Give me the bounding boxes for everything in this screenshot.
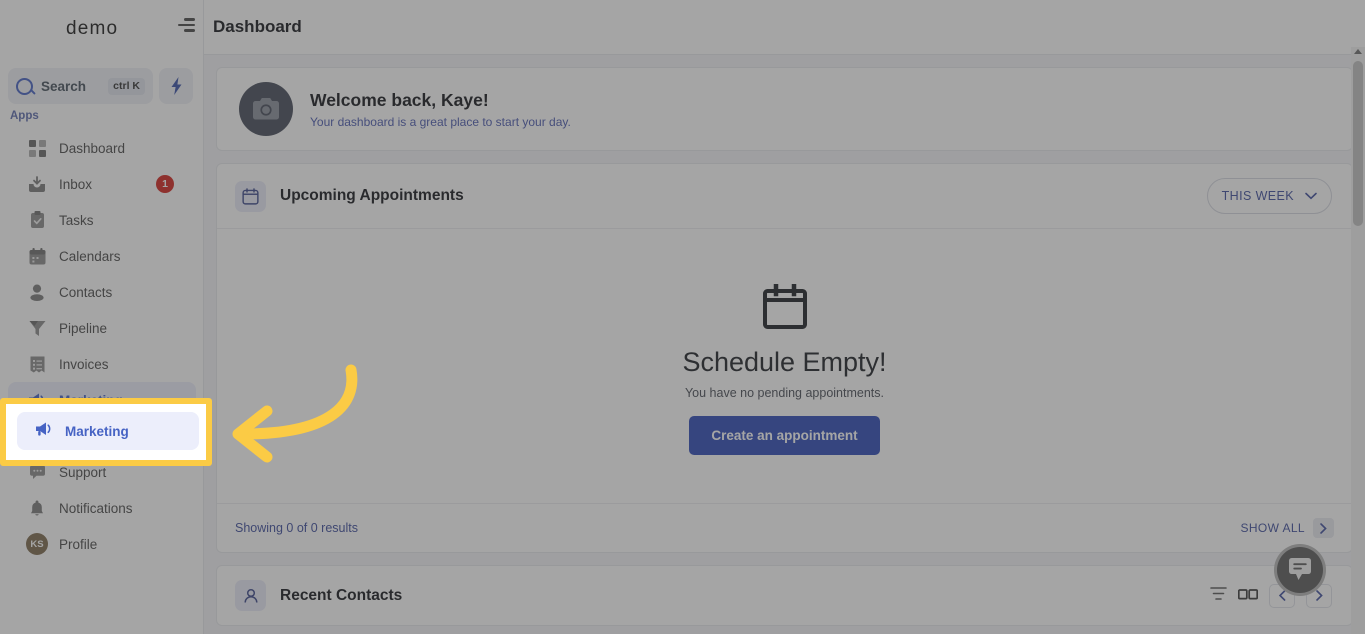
- results-count: Showing 0 of 0 results: [235, 521, 358, 535]
- search-input[interactable]: Search ctrl K: [8, 68, 153, 104]
- welcome-text: Welcome back, Kaye! Your dashboard is a …: [310, 89, 571, 129]
- calendar-icon: [762, 283, 807, 329]
- camera-icon: [239, 82, 293, 136]
- page-title: Dashboard: [213, 17, 302, 36]
- sidebar-nav: Dashboard Inbox 1 Tasks Calendars Contac…: [0, 130, 204, 562]
- recent-contacts-header: Recent Contacts: [217, 566, 1352, 625]
- person-icon: [235, 580, 266, 611]
- show-all-label: SHOW ALL: [1240, 521, 1305, 535]
- sidebar-item-label: Notifications: [59, 500, 133, 516]
- show-all-button[interactable]: SHOW ALL: [1240, 518, 1334, 538]
- sidebar-item-contacts[interactable]: Contacts: [8, 274, 196, 310]
- app-root: demo Search ctrl K Apps Dashboard Inbox …: [0, 0, 1365, 634]
- top-bar: Dashboard: [204, 0, 1365, 55]
- appointments-title-group: Upcoming Appointments: [235, 180, 464, 212]
- sidebar-item-pipeline[interactable]: Pipeline: [8, 310, 196, 346]
- chat-dots-icon: [26, 462, 48, 482]
- sidebar-item-tasks[interactable]: Tasks: [8, 202, 196, 238]
- appointments-range-filter[interactable]: THIS WEEK: [1206, 178, 1332, 214]
- scrollbar-thumb[interactable]: [1353, 61, 1363, 226]
- welcome-subtitle: Your dashboard is a great place to start…: [310, 114, 571, 129]
- bell-icon: [26, 498, 48, 518]
- welcome-card: Welcome back, Kaye! Your dashboard is a …: [216, 67, 1353, 151]
- calendar-icon: [235, 180, 266, 212]
- create-appointment-button[interactable]: Create an appointment: [689, 416, 880, 455]
- chat-bubble-icon: [1289, 558, 1311, 580]
- chat-widget-button[interactable]: [1274, 544, 1326, 596]
- funnel-icon: [26, 318, 48, 338]
- sidebar-item-marketing[interactable]: Marketing: [8, 382, 196, 418]
- search-label: Search: [41, 78, 87, 94]
- sidebar-section-label: Apps: [10, 110, 39, 122]
- sidebar-item-calendars[interactable]: Calendars: [8, 238, 196, 274]
- sidebar-item-label: Inbox: [59, 176, 93, 192]
- app-logo: demo: [66, 18, 119, 39]
- lightning-bolt-icon: [171, 77, 181, 95]
- sidebar-header: demo: [0, 0, 203, 60]
- sidebar-item-dashboard[interactable]: Dashboard: [8, 130, 196, 166]
- sidebar-item-support[interactable]: Support: [8, 454, 196, 490]
- dashboard-content: Welcome back, Kaye! Your dashboard is a …: [204, 55, 1365, 626]
- appointments-title: Upcoming Appointments: [280, 187, 464, 204]
- recent-contacts-title: Recent Contacts: [280, 586, 403, 604]
- megaphone-icon: [26, 390, 48, 410]
- filter-icon[interactable]: [1210, 586, 1227, 606]
- sidebar-item-invoices[interactable]: Invoices: [8, 346, 196, 382]
- recent-contacts-card: Recent Contacts: [216, 565, 1353, 626]
- appointments-card-footer: Showing 0 of 0 results SHOW ALL: [217, 503, 1352, 552]
- sidebar-item-label: Invoices: [59, 356, 109, 372]
- main-area: Dashboard Welcome back, Kaye! Your dashb…: [204, 0, 1365, 634]
- sidebar-item-label: Contacts: [59, 284, 113, 300]
- scroll-up-arrow-icon[interactable]: [1354, 49, 1362, 54]
- chevron-left-icon: [1278, 590, 1285, 601]
- sidebar-item-profile[interactable]: KS Profile: [8, 526, 196, 562]
- clipboard-check-icon: [26, 210, 48, 230]
- empty-state-title: Schedule Empty!: [682, 347, 887, 377]
- upcoming-appointments-card: Upcoming Appointments THIS WEEK Schedule…: [216, 163, 1353, 553]
- welcome-title: Welcome back, Kaye!: [310, 90, 489, 111]
- person-icon: [26, 282, 48, 302]
- vertical-scrollbar[interactable]: [1351, 47, 1365, 634]
- sidebar-item-label: Pipeline: [59, 320, 108, 336]
- sidebar: demo Search ctrl K Apps Dashboard Inbox …: [0, 0, 204, 634]
- chevron-right-icon: [1315, 590, 1323, 601]
- grid-view-icon[interactable]: [1237, 587, 1259, 605]
- calendar-icon: [26, 246, 48, 266]
- sidebar-item-label: Phone: [59, 428, 99, 444]
- avatar: KS: [26, 533, 48, 555]
- sidebar-item-label: Support: [59, 464, 107, 480]
- search-icon: [16, 77, 33, 95]
- appointments-range-label: THIS WEEK: [1221, 189, 1294, 203]
- appointments-card-header: Upcoming Appointments THIS WEEK: [217, 164, 1352, 229]
- sidebar-item-notifications[interactable]: Notifications: [8, 490, 196, 526]
- chevron-down-icon: [1305, 192, 1317, 200]
- empty-state-subtitle: You have no pending appointments.: [684, 386, 884, 400]
- appointments-empty-state: Schedule Empty! You have no pending appo…: [217, 229, 1352, 503]
- quick-action-button[interactable]: [159, 68, 193, 104]
- sidebar-item-label: Calendars: [59, 248, 121, 264]
- sidebar-search-row: Search ctrl K: [8, 68, 193, 104]
- search-shortcut-badge: ctrl K: [108, 77, 145, 95]
- sidebar-item-label: Dashboard: [59, 140, 126, 156]
- grid-icon: [26, 138, 48, 158]
- inbox-tray-icon: [26, 174, 48, 194]
- sidebar-item-label: Tasks: [59, 212, 94, 228]
- sidebar-item-phone[interactable]: Phone: [8, 418, 196, 454]
- collapse-menu-icon[interactable]: [169, 12, 195, 38]
- recent-contacts-title-group: Recent Contacts: [235, 580, 402, 611]
- receipt-icon: [26, 354, 48, 374]
- chevron-right-icon: [1313, 518, 1334, 538]
- phone-icon: [26, 426, 48, 446]
- sidebar-item-label: Profile: [59, 536, 98, 552]
- inbox-badge: 1: [156, 175, 174, 193]
- sidebar-item-inbox[interactable]: Inbox 1: [8, 166, 196, 202]
- sidebar-item-label: Marketing: [59, 392, 123, 408]
